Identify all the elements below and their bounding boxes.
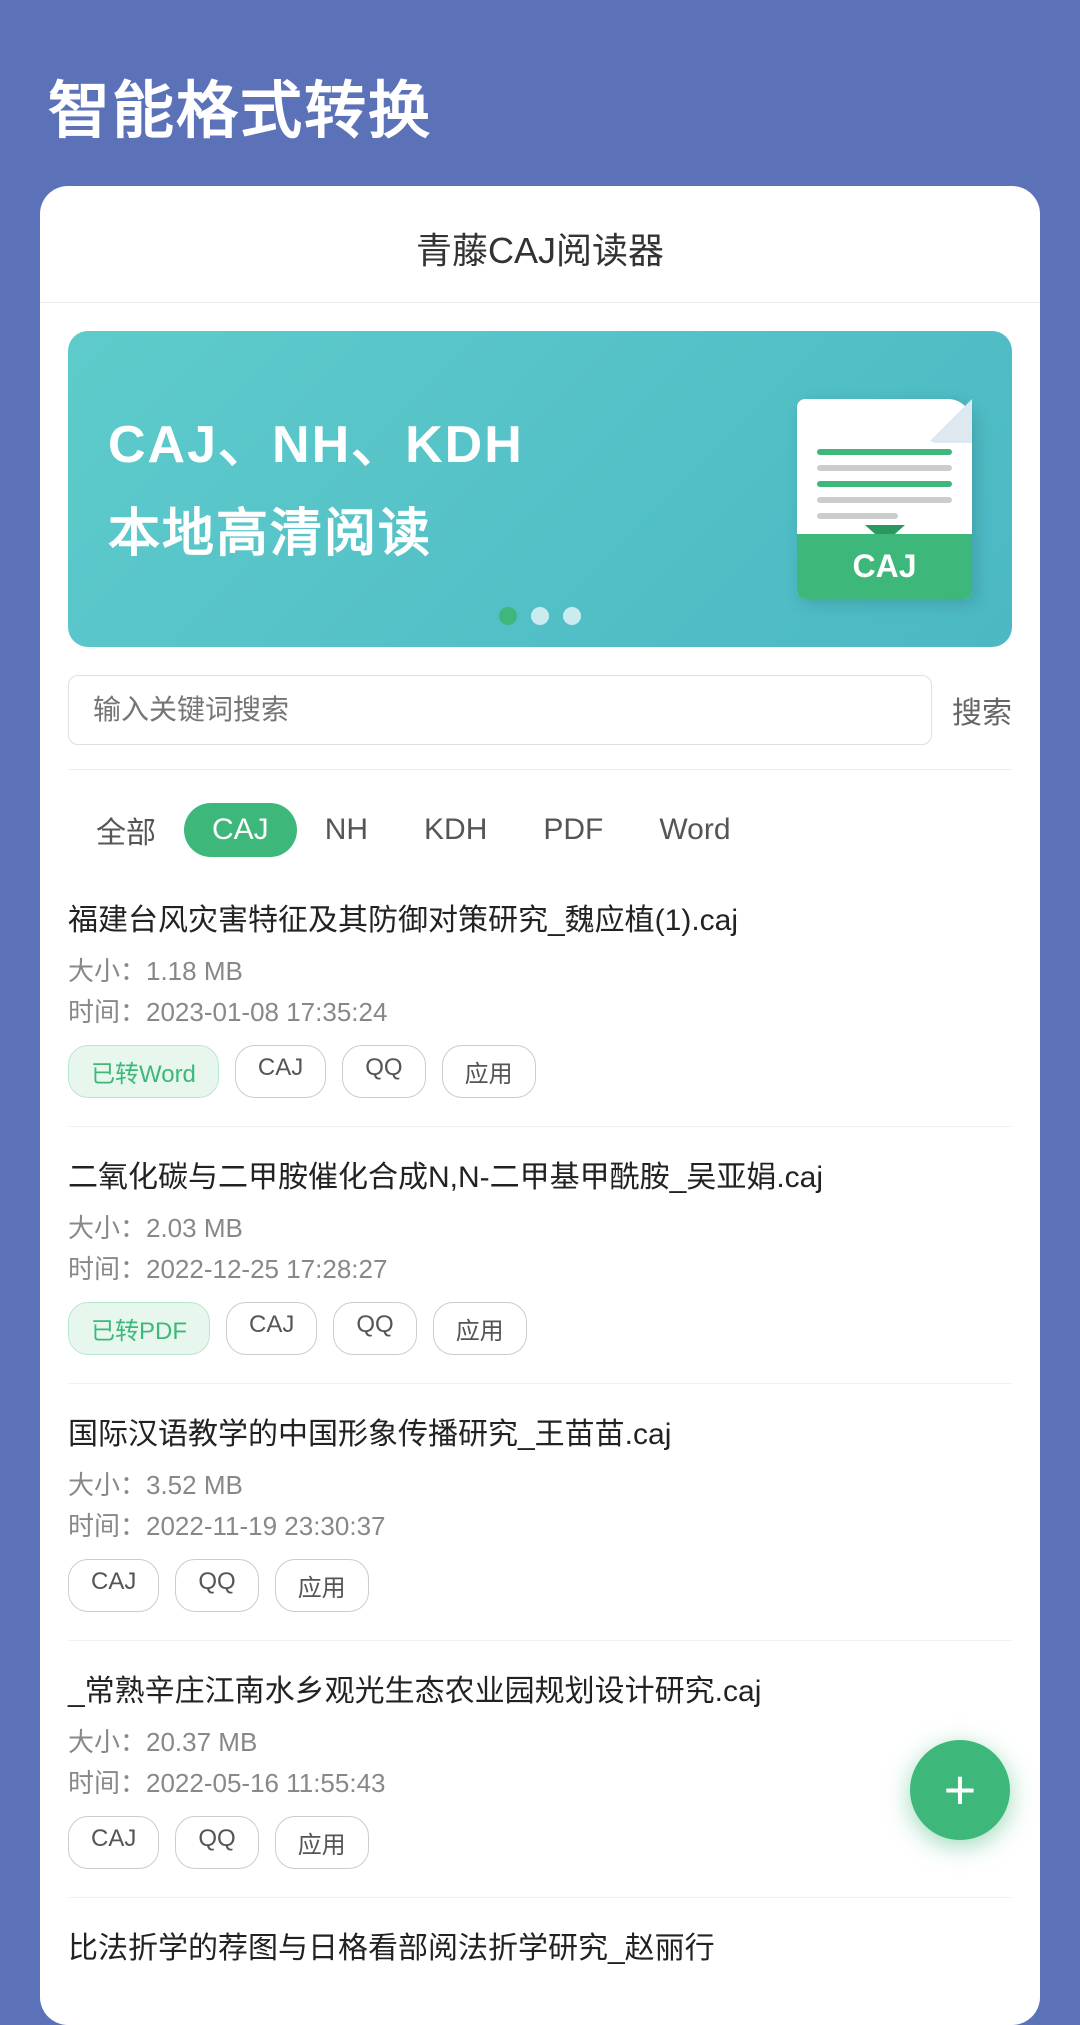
filter-tabs: 全部 CAJ NH KDH PDF Word xyxy=(68,798,1012,862)
dot-1[interactable] xyxy=(499,607,517,625)
tab-kdh[interactable]: KDH xyxy=(396,803,515,857)
doc-body: CAJ xyxy=(797,399,972,599)
file-name: 福建台风灾害特征及其防御对策研究_魏应植(1).caj xyxy=(68,898,1012,943)
list-item[interactable]: 国际汉语教学的中国形象传播研究_王苗苗.caj 大小：3.52 MB 时间：20… xyxy=(68,1384,1012,1641)
tag-converted-pdf[interactable]: 已转PDF xyxy=(68,1302,210,1355)
file-name: 比法折学的荐图与日格看部阅法折学研究_赵丽行 xyxy=(68,1926,1012,1971)
file-time: 时间：2023-01-08 17:35:24 xyxy=(68,992,1012,1029)
tab-nh[interactable]: NH xyxy=(297,803,396,857)
fab-plus-icon: + xyxy=(944,1762,977,1818)
list-item[interactable]: 比法折学的荐图与日格看部阅法折学研究_赵丽行 xyxy=(68,1898,1012,1995)
banner-line1: CAJ、NH、KDH xyxy=(108,412,772,480)
tag-qq[interactable]: QQ xyxy=(175,1559,258,1612)
file-size: 大小：2.03 MB xyxy=(68,1208,1012,1245)
doc-corner xyxy=(928,399,972,443)
file-name: 二氧化碳与二甲胺催化合成N,N-二甲基甲酰胺_吴亚娟.caj xyxy=(68,1155,1012,1200)
banner-dots xyxy=(499,607,581,625)
doc-line-4 xyxy=(817,497,952,503)
doc-line-3 xyxy=(817,481,952,487)
file-time: 时间：2022-05-16 11:55:43 xyxy=(68,1763,1012,1800)
tag-app[interactable]: 应用 xyxy=(275,1816,369,1869)
tab-all[interactable]: 全部 xyxy=(68,798,184,862)
list-item[interactable]: 福建台风灾害特征及其防御对策研究_魏应植(1).caj 大小：1.18 MB 时… xyxy=(68,870,1012,1127)
doc-line-2 xyxy=(817,465,952,471)
tag-converted-word[interactable]: 已转Word xyxy=(68,1045,219,1098)
banner: CAJ、NH、KDH 本地高清阅读 CAJ xyxy=(68,331,1012,647)
tag-app[interactable]: 应用 xyxy=(275,1559,369,1612)
file-size: 大小：3.52 MB xyxy=(68,1465,1012,1502)
file-name: 国际汉语教学的中国形象传播研究_王苗苗.caj xyxy=(68,1412,1012,1457)
search-bar: 搜索 xyxy=(68,675,1012,770)
tab-caj[interactable]: CAJ xyxy=(184,803,297,857)
doc-icon: CAJ xyxy=(772,379,972,599)
tag-qq[interactable]: QQ xyxy=(342,1045,425,1098)
list-item[interactable]: 二氧化碳与二甲胺催化合成N,N-二甲基甲酰胺_吴亚娟.caj 大小：2.03 M… xyxy=(68,1127,1012,1384)
tag-caj[interactable]: CAJ xyxy=(235,1045,326,1098)
file-size: 大小：1.18 MB xyxy=(68,951,1012,988)
list-item[interactable]: _常熟辛庄江南水乡观光生态农业园规划设计研究.caj 大小：20.37 MB 时… xyxy=(68,1641,1012,1898)
search-button[interactable]: 搜索 xyxy=(952,688,1012,732)
tag-caj[interactable]: CAJ xyxy=(68,1816,159,1869)
file-tags: CAJ QQ 应用 xyxy=(68,1559,1012,1612)
banner-line2: 本地高清阅读 xyxy=(108,491,772,566)
tab-pdf[interactable]: PDF xyxy=(515,803,631,857)
search-input[interactable] xyxy=(68,675,932,745)
tag-qq[interactable]: QQ xyxy=(175,1816,258,1869)
banner-text: CAJ、NH、KDH 本地高清阅读 xyxy=(108,412,772,567)
tag-caj[interactable]: CAJ xyxy=(226,1302,317,1355)
file-list: 福建台风灾害特征及其防御对策研究_魏应植(1).caj 大小：1.18 MB 时… xyxy=(40,870,1040,1995)
dot-2[interactable] xyxy=(531,607,549,625)
tag-caj[interactable]: CAJ xyxy=(68,1559,159,1612)
doc-line-5 xyxy=(817,513,898,519)
file-time: 时间：2022-12-25 17:28:27 xyxy=(68,1249,1012,1286)
file-tags: 已转PDF CAJ QQ 应用 xyxy=(68,1302,1012,1355)
doc-label: CAJ xyxy=(797,534,972,599)
card-header: 青藤CAJ阅读器 xyxy=(40,186,1040,303)
file-tags: CAJ QQ 应用 xyxy=(68,1816,1012,1869)
tab-word[interactable]: Word xyxy=(631,803,758,857)
tag-app[interactable]: 应用 xyxy=(433,1302,527,1355)
file-size: 大小：20.37 MB xyxy=(68,1722,1012,1759)
tag-app[interactable]: 应用 xyxy=(442,1045,536,1098)
main-card: 青藤CAJ阅读器 CAJ、NH、KDH 本地高清阅读 CAJ xyxy=(40,186,1040,2025)
file-time: 时间：2022-11-19 23:30:37 xyxy=(68,1506,1012,1543)
file-tags: 已转Word CAJ QQ 应用 xyxy=(68,1045,1012,1098)
doc-line-1 xyxy=(817,449,952,455)
fab-add-button[interactable]: + xyxy=(910,1740,1010,1840)
doc-lines xyxy=(817,449,952,529)
file-name: _常熟辛庄江南水乡观光生态农业园规划设计研究.caj xyxy=(68,1669,1012,1714)
page-title: 智能格式转换 xyxy=(0,0,1080,186)
dot-3[interactable] xyxy=(563,607,581,625)
tag-qq[interactable]: QQ xyxy=(333,1302,416,1355)
